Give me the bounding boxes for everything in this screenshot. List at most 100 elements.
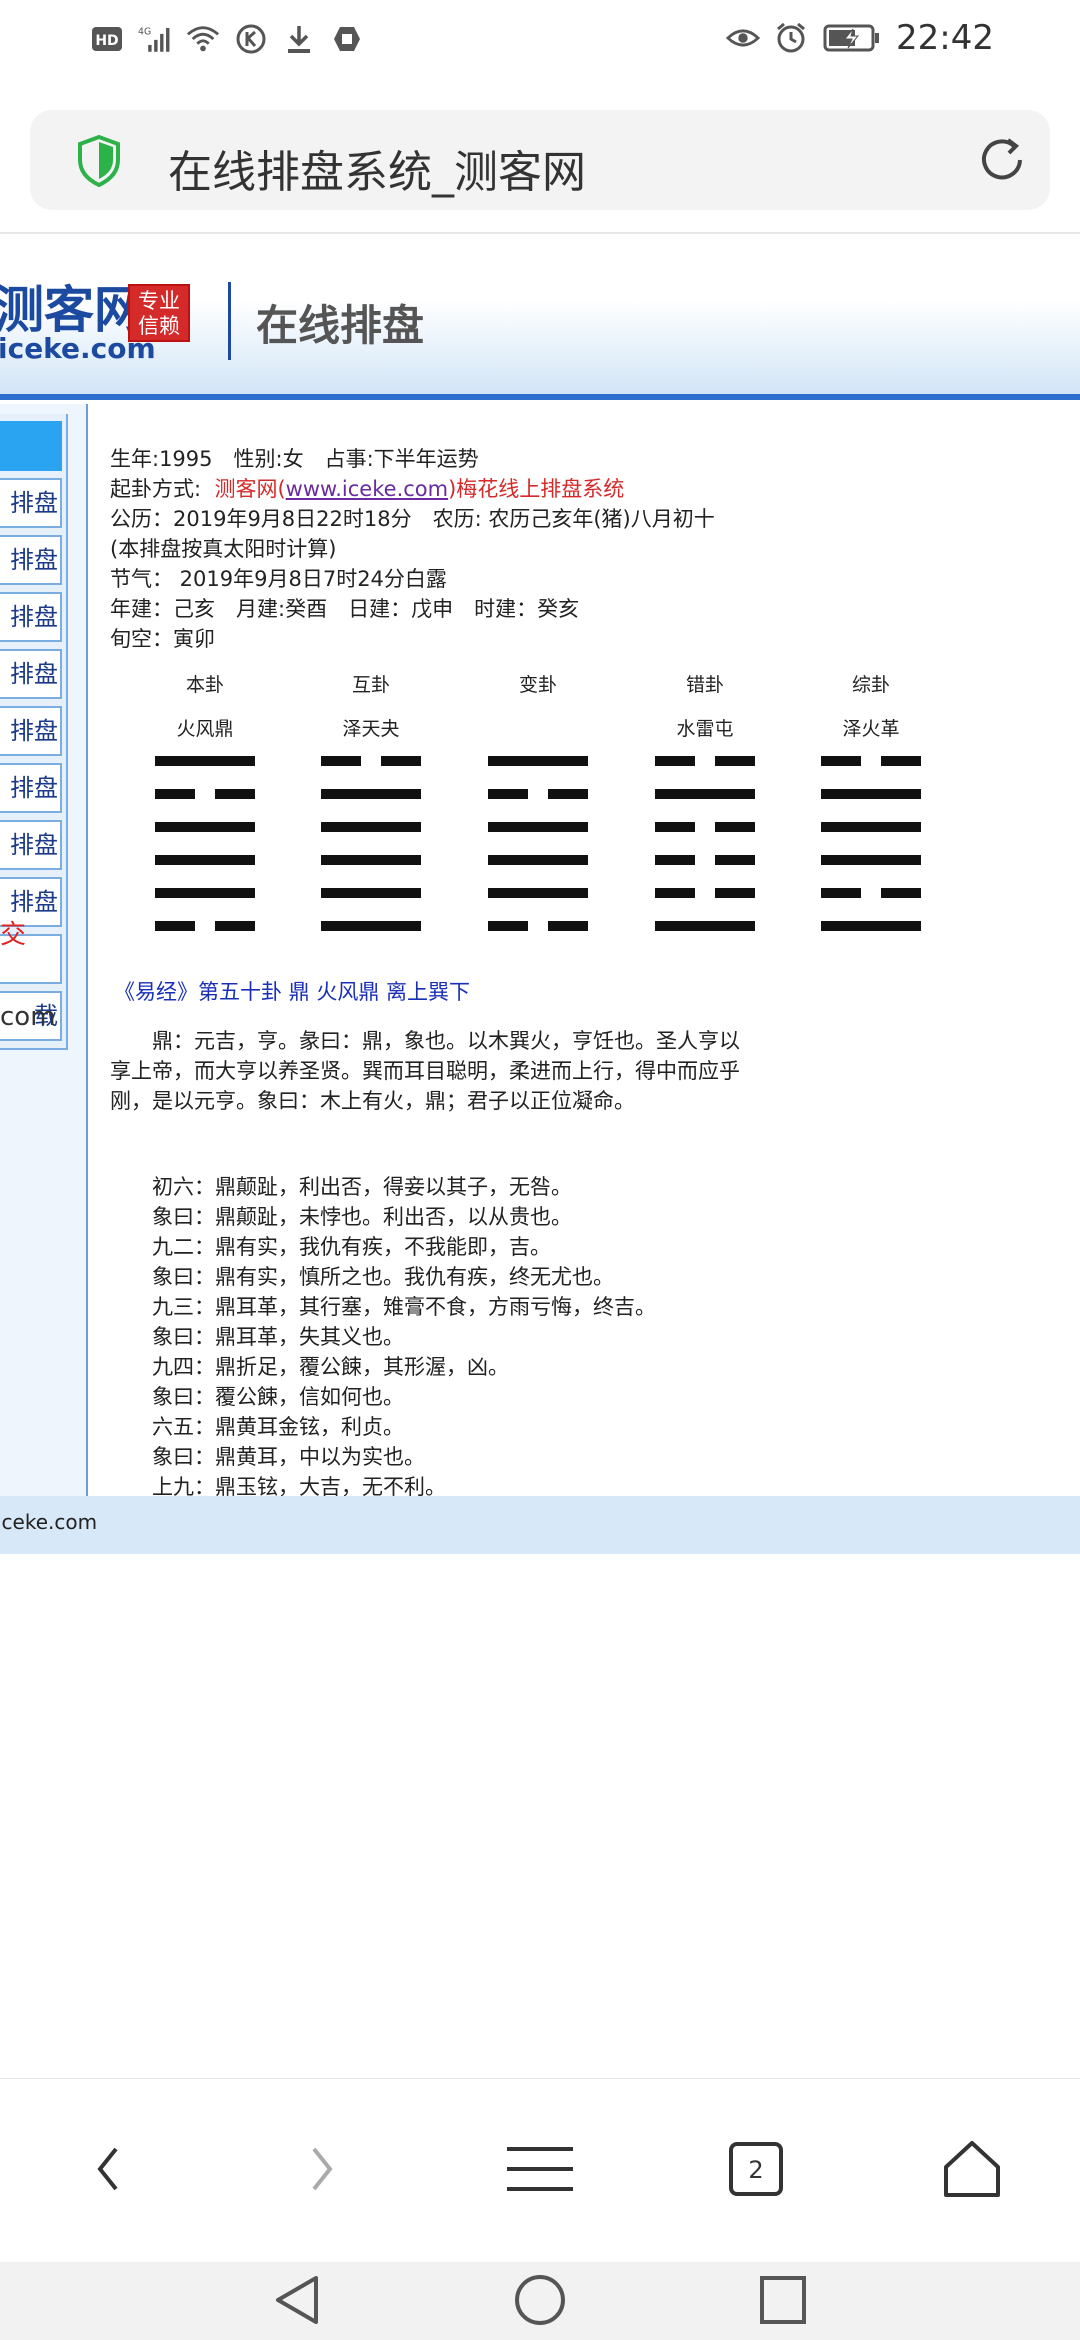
system-recents-icon[interactable]	[758, 2272, 808, 2332]
footer-domain: iceke.com	[0, 1510, 98, 1534]
yao-line: 九二：鼎有实，我仇有疾，不我能即，吉。	[152, 1235, 551, 1259]
chart-info: 生年:1995 性别:女 占事:下半年运势 起卦方式: 测客网(www.icek…	[110, 444, 970, 654]
yang-line	[321, 921, 421, 931]
sidebar-item-paipan[interactable]: 排盘	[0, 535, 62, 585]
yao-line: 象曰：鼎颠趾，未悖也。利出否，以从贵也。	[152, 1205, 572, 1229]
trust-badge: 专业信赖	[128, 284, 190, 342]
info-jieqi-line: 节气： 2019年9月8日7时24分白露	[110, 567, 447, 591]
sidebar-item-paipan[interactable]: 排盘	[0, 763, 62, 813]
security-shield-icon[interactable]	[76, 134, 122, 192]
system-home-icon[interactable]	[512, 2272, 568, 2332]
sidebar-item-paipan[interactable]: 排盘	[0, 706, 62, 756]
info-birth-line: 生年:1995 性别:女 占事:下半年运势	[110, 447, 479, 471]
hexagram-column: 错卦 水雷屯	[630, 670, 780, 954]
sidebar-item-active[interactable]	[0, 421, 62, 471]
yin-line	[321, 756, 421, 766]
yao-line: 象曰：覆公餗，信如何也。	[152, 1385, 404, 1409]
hd-icon: HD	[90, 22, 124, 56]
yang-line	[655, 789, 755, 799]
yijing-title-link[interactable]: 《易经》第五十卦 鼎 火风鼎 离上巽下	[114, 976, 470, 1006]
hexagram-column: 综卦 泽火革	[796, 670, 946, 954]
yang-line	[488, 888, 588, 898]
clock-time: 22:42	[896, 18, 994, 58]
yao-text-list: 初六：鼎颠趾，利出否，得妾以其子，无咎。 象曰：鼎颠趾，未悖也。利出否，以从贵也。…	[152, 1172, 656, 1502]
info-method-line: 起卦方式: 测客网(www.iceke.com)梅花线上排盘系统	[110, 474, 970, 504]
system-navigation-bar	[0, 2262, 1080, 2340]
sidebar-item-paipan[interactable]: 排盘	[0, 478, 62, 528]
header-blue-bar	[0, 394, 1080, 400]
sidebar-domain-text: com	[0, 1002, 56, 1032]
header-separator	[228, 282, 231, 360]
yin-line	[821, 888, 921, 898]
status-right-icons: 22:42	[726, 18, 994, 58]
yin-line	[821, 756, 921, 766]
method-source: 测客网(	[214, 477, 286, 501]
yang-line	[321, 789, 421, 799]
yijing-paragraph: 鼎：元吉，亨。彖曰：鼎，象也。以木巽火，亨饪也。圣人亨以享上帝，而大亨以养圣贤。…	[110, 1029, 740, 1113]
yin-line	[655, 822, 755, 832]
info-xunkong-line: 旬空：寅卯	[110, 627, 215, 651]
hexagram-name: 泽天夬	[342, 718, 400, 740]
reload-icon[interactable]	[976, 134, 1028, 190]
hexagram-name: 泽火革	[842, 718, 900, 740]
yao-line: 六五：鼎黄耳金铉，利贞。	[152, 1415, 404, 1439]
web-page-viewport[interactable]: 测客网 iceke.com 专业信赖 在线排盘 排盘 排盘 排盘 排盘 排盘 排…	[0, 234, 1080, 1554]
hexagram-lines	[130, 756, 280, 931]
yang-line	[488, 822, 588, 832]
yao-line: 九三：鼎耳革，其行塞，雉膏不食，方雨亏悔，终吉。	[152, 1295, 656, 1319]
hexagram-lines	[630, 756, 780, 931]
yang-line	[155, 855, 255, 865]
yang-line	[488, 756, 588, 766]
hexagram-heading: 互卦	[351, 674, 390, 696]
tabs-count-icon: 2	[729, 2142, 783, 2196]
sidebar-item-paipan[interactable]: 排盘	[0, 592, 62, 642]
download-icon	[282, 22, 316, 56]
method-label: 起卦方式:	[110, 477, 202, 501]
hexagram-heading: 本卦	[185, 674, 224, 696]
hexagram-column: 本卦 火风鼎	[130, 670, 280, 954]
yang-line	[655, 921, 755, 931]
yang-line	[321, 855, 421, 865]
hexagram-column: 变卦	[463, 670, 613, 954]
browser-bottom-toolbar: 2	[0, 2078, 1080, 2262]
yao-line: 象曰：鼎黄耳，中以为实也。	[152, 1445, 425, 1469]
eye-comfort-icon	[726, 21, 761, 55]
yang-line	[321, 822, 421, 832]
sidebar-item-paipan[interactable]: 排盘	[0, 649, 62, 699]
yin-line	[655, 888, 755, 898]
system-back-icon[interactable]	[272, 2272, 322, 2332]
menu-button[interactable]	[490, 2119, 590, 2219]
yao-line: 象曰：鼎耳革，失其义也。	[152, 1325, 404, 1349]
iceke-link[interactable]: www.iceke.com	[286, 477, 448, 501]
yao-line: 象曰：鼎有实，慎所之也。我仇有疾，终无尤也。	[152, 1265, 614, 1289]
site-header: 测客网 iceke.com 专业信赖 在线排盘	[0, 234, 1080, 400]
yang-line	[821, 789, 921, 799]
status-bar: HD 4G 22:42	[0, 0, 1080, 84]
forward-button[interactable]	[272, 2119, 372, 2219]
sidebar: 排盘 排盘 排盘 排盘 排盘 排盘 排盘 排盘 载 交 com	[0, 404, 88, 1554]
back-button[interactable]	[58, 2119, 158, 2219]
hexagram-lines	[296, 756, 446, 931]
home-button[interactable]	[922, 2119, 1022, 2219]
svg-text:2: 2	[748, 2156, 763, 2184]
wifi-icon	[186, 22, 220, 56]
yin-line	[155, 921, 255, 931]
yang-line	[488, 855, 588, 865]
forward-arrow-icon	[312, 2147, 333, 2191]
address-bar[interactable]: 在线排盘系统_测客网	[30, 110, 1050, 210]
sidebar-item-paipan[interactable]: 排盘	[0, 820, 62, 870]
hexagram-name: 火风鼎	[176, 718, 234, 740]
page-title[interactable]: 在线排盘系统_测客网	[168, 136, 586, 200]
yao-line: 初六：鼎颠趾，利出否，得妾以其子，无咎。	[152, 1175, 572, 1199]
hexagram-name: 水雷屯	[676, 718, 734, 740]
info-calendar-line: 公历：2019年9月8日22时18分 农历: 农历己亥年(猪)八月初十	[110, 507, 715, 531]
sidebar-red-link[interactable]: 交	[0, 914, 26, 951]
sidebar-menu: 排盘 排盘 排盘 排盘 排盘 排盘 排盘 排盘 载	[0, 414, 68, 1050]
k-icon	[234, 22, 268, 56]
info-ganzhi-line: 年建：己亥 月建:癸酉 日建：戊申 时建：癸亥	[110, 597, 580, 621]
tabs-button[interactable]: 2	[706, 2119, 806, 2219]
back-arrow-icon	[97, 2147, 118, 2191]
header-title: 在线排盘	[256, 301, 425, 350]
yang-line	[821, 855, 921, 865]
hexagram-name	[463, 714, 613, 744]
